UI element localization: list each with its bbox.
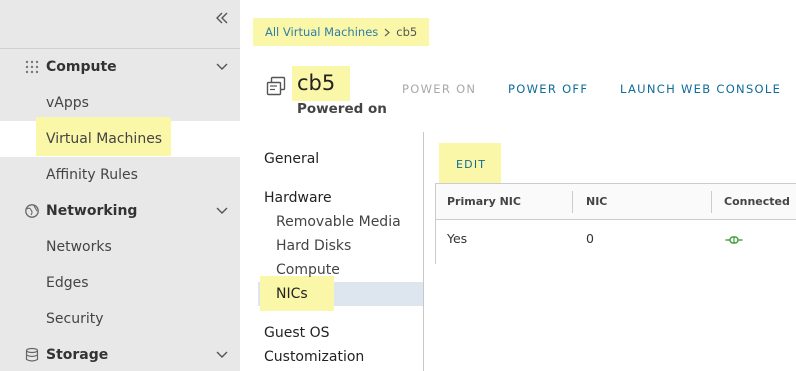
left-sidebar: Compute vApps Virtual Machines Affinity … (0, 0, 240, 371)
nav-section-hardware: Hardware (264, 190, 332, 206)
compute-grid-icon (25, 60, 39, 74)
chevron-down-icon (216, 207, 228, 214)
column-header-primary-nic[interactable]: Primary NIC (447, 195, 521, 209)
sidebar-item-label: Networks (46, 239, 112, 255)
column-header-nic[interactable]: NIC (586, 195, 607, 209)
sidebar-item-label: Edges (46, 275, 89, 291)
nav-item-guest-os[interactable]: Guest OS (264, 324, 329, 342)
chevron-down-icon (216, 351, 228, 358)
sidebar-item-networks[interactable]: Networks (0, 229, 240, 265)
vm-power-status: Powered on (297, 101, 387, 117)
breadcrumb-current: cb5 (396, 25, 418, 39)
nav-item-general[interactable]: General (264, 150, 319, 168)
vertical-nav-divider (423, 132, 424, 371)
sidebar-item-security[interactable]: Security (0, 301, 240, 337)
vm-name-title: cb5 (297, 71, 336, 95)
nav-item-customization[interactable]: Customization (264, 348, 364, 366)
nics-datagrid: Primary NIC NIC Connected Yes 0 (435, 183, 796, 264)
column-header-connected[interactable]: Connected (724, 195, 790, 209)
sidebar-item-vapps[interactable]: vApps (0, 85, 240, 121)
launch-web-console-button[interactable]: LAUNCH WEB CONSOLE (620, 82, 781, 96)
sidebar-group-networking[interactable]: Networking (0, 193, 240, 229)
edit-nics-button[interactable]: EDIT (456, 158, 486, 172)
sidebar-item-label: Virtual Machines (46, 131, 163, 147)
sidebar-group-label: Networking (46, 203, 138, 219)
column-separator[interactable] (711, 191, 712, 213)
networking-globe-icon (25, 204, 39, 218)
power-off-button[interactable]: POWER OFF (508, 82, 588, 96)
double-chevron-left-icon (216, 12, 228, 24)
sidebar-group-compute[interactable]: Compute (0, 49, 240, 85)
connected-plug-icon (725, 236, 743, 244)
nav-item-removable-media[interactable]: Removable Media (276, 213, 401, 231)
nav-item-nics[interactable]: NICs (276, 285, 308, 303)
sidebar-group-label: Storage (46, 347, 109, 363)
power-on-button[interactable]: POWER ON (402, 82, 476, 96)
chevron-right-icon (384, 28, 391, 36)
table-row[interactable]: Yes 0 (436, 221, 796, 264)
sidebar-item-edges[interactable]: Edges (0, 265, 240, 301)
collapse-sidebar-button[interactable] (213, 9, 231, 27)
sidebar-item-label: Affinity Rules (46, 167, 138, 183)
sidebar-group-label: Compute (46, 59, 117, 75)
sidebar-item-affinity-rules[interactable]: Affinity Rules (0, 157, 240, 193)
breadcrumb: All Virtual Machines cb5 (265, 24, 417, 40)
storage-database-icon (25, 347, 39, 362)
chevron-down-icon (216, 63, 228, 70)
cell-primary-nic: Yes (447, 231, 468, 246)
sidebar-item-label: vApps (46, 95, 89, 111)
sidebar-item-label: Security (46, 311, 104, 327)
cell-nic-index: 0 (586, 231, 594, 246)
sidebar-group-storage[interactable]: Storage (0, 337, 240, 371)
sidebar-item-virtual-machines-label-row[interactable]: Virtual Machines (0, 121, 240, 157)
nav-item-compute[interactable]: Compute (276, 261, 340, 279)
nav-item-hard-disks[interactable]: Hard Disks (276, 237, 351, 255)
virtual-machine-icon (266, 76, 286, 96)
breadcrumb-link-all-vms[interactable]: All Virtual Machines (265, 25, 378, 39)
datagrid-header: Primary NIC NIC Connected (436, 184, 796, 220)
column-separator[interactable] (572, 191, 573, 213)
